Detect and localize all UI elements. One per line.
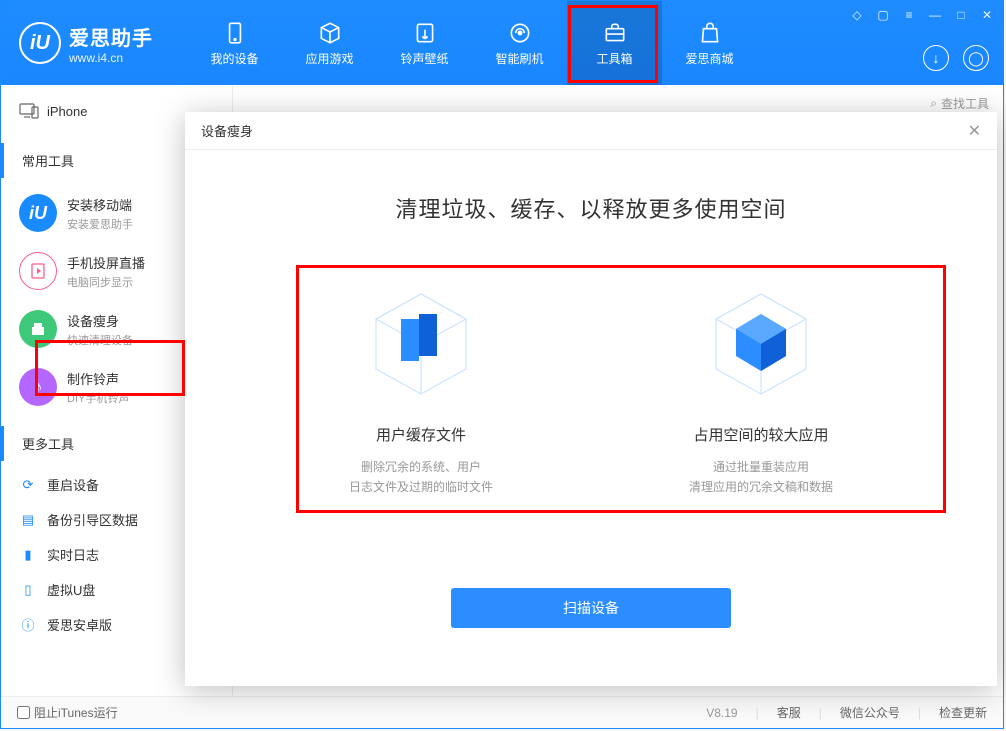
apps-cube-icon (701, 284, 821, 404)
install-icon: iU (19, 194, 57, 232)
search-tools[interactable]: ⌕ 查找工具 (930, 95, 989, 112)
nav-tab-ringtone[interactable]: 铃声壁纸 (377, 1, 472, 85)
maximize-icon[interactable]: □ (953, 7, 969, 23)
modal-title: 设备瘦身 (201, 121, 253, 140)
nav-tab-flash[interactable]: 智能刷机 (472, 1, 567, 85)
app-logo-icon: iU (19, 22, 61, 64)
nav-tabs: 我的设备 应用游戏 铃声壁纸 智能刷机 工具箱 爱思商城 (187, 1, 757, 85)
app-header: iU 爱思助手 www.i4.cn 我的设备 应用游戏 铃声壁纸 智能刷机 (1, 1, 1003, 85)
logo-area: iU 爱思助手 www.i4.cn (1, 22, 187, 65)
usb-icon: ▯ (19, 581, 37, 599)
nav-tab-apps[interactable]: 应用游戏 (282, 1, 377, 85)
app-url: www.i4.cn (69, 51, 153, 65)
nav-tab-store[interactable]: 爱思商城 (662, 1, 757, 85)
modal-close-icon[interactable]: ✕ (968, 121, 981, 141)
device-slim-modal: 设备瘦身 ✕ 清理垃圾、缓存、以释放更多使用空间 用户缓存 (185, 112, 997, 686)
search-icon: ⌕ (930, 96, 937, 111)
minimize-icon[interactable]: — (927, 7, 943, 23)
android-icon: ⓘ (19, 616, 37, 634)
backup-icon: ▤ (19, 511, 37, 529)
window-controls: ◇ ▢ ≡ — □ ✕ (849, 7, 995, 23)
close-icon[interactable]: ✕ (979, 7, 995, 23)
slim-icon (19, 310, 57, 348)
skin-icon[interactable]: ◇ (849, 7, 865, 23)
scan-device-button[interactable]: 扫描设备 (451, 588, 731, 628)
check-update-link[interactable]: 检查更新 (939, 704, 987, 721)
download-icon[interactable]: ↓ (923, 45, 949, 71)
version-label: V8.19 (706, 706, 737, 720)
option-large-apps[interactable]: 占用空间的较大应用 通过批量重装应用 清理应用的冗余文稿和数据 (661, 284, 861, 498)
support-link[interactable]: 客服 (777, 704, 801, 721)
wechat-link[interactable]: 微信公众号 (840, 704, 900, 721)
block-itunes-checkbox[interactable]: 阻止iTunes运行 (17, 704, 118, 721)
user-icon[interactable]: ◯ (963, 45, 989, 71)
feedback-icon[interactable]: ▢ (875, 7, 891, 23)
modal-heading: 清理垃圾、缓存、以释放更多使用空间 (225, 192, 957, 224)
ringtone-icon: ♪ (19, 368, 57, 406)
restart-icon: ⟳ (19, 476, 37, 494)
cache-cube-icon (361, 284, 481, 404)
nav-tab-toolbox[interactable]: 工具箱 (567, 1, 662, 85)
mirror-icon (19, 252, 57, 290)
status-bar: 阻止iTunes运行 V8.19 | 客服 | 微信公众号 | 检查更新 (1, 696, 1003, 728)
log-icon: ▮ (19, 546, 37, 564)
option-user-cache[interactable]: 用户缓存文件 删除冗余的系统、用户 日志文件及过期的临时文件 (321, 284, 521, 498)
menu-icon[interactable]: ≡ (901, 7, 917, 23)
nav-tab-device[interactable]: 我的设备 (187, 1, 282, 85)
app-name: 爱思助手 (69, 22, 153, 51)
